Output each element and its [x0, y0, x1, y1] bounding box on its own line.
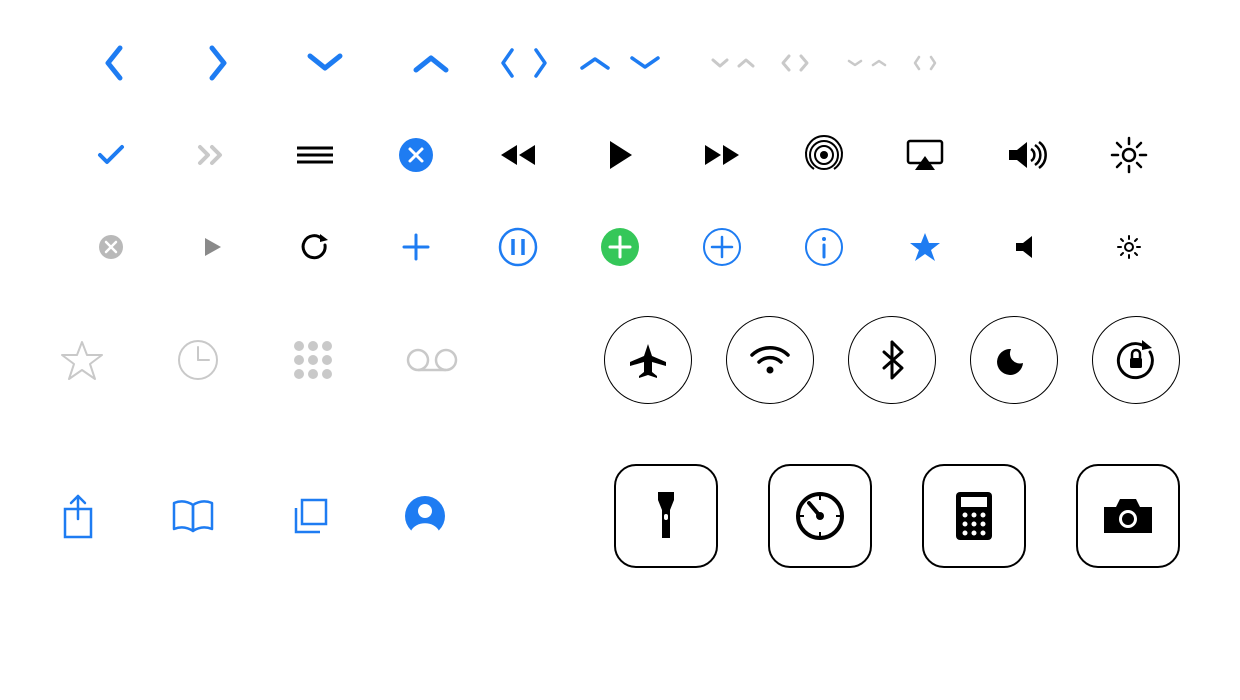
profile-icon[interactable]	[404, 495, 446, 537]
star-filled-icon[interactable]	[875, 224, 977, 270]
close-gray-icon[interactable]	[60, 224, 162, 270]
chevron-up-icon[interactable]	[736, 57, 756, 69]
chevron-left-icon[interactable]	[780, 53, 792, 73]
voicemail-icon[interactable]	[406, 347, 458, 373]
play-small-icon[interactable]	[162, 224, 264, 270]
chevron-left-icon[interactable]	[912, 54, 922, 72]
chevron-right-icon[interactable]	[798, 53, 810, 73]
airdrop-icon[interactable]	[773, 132, 875, 178]
keypad-icon[interactable]	[292, 339, 334, 381]
chevron-up-icon[interactable]	[578, 54, 612, 72]
copy-icon[interactable]	[290, 496, 330, 536]
share-icon[interactable]	[60, 493, 96, 539]
chevron-mini-group	[846, 54, 938, 72]
fast-forward-icon[interactable]	[671, 132, 773, 178]
chevron-right-icon[interactable]	[532, 46, 550, 80]
chevron-left-icon[interactable]	[60, 40, 166, 86]
chevron-mini-group	[710, 53, 810, 73]
chevron-down-icon[interactable]	[628, 54, 662, 72]
close-badge-icon[interactable]	[365, 132, 467, 178]
plus-icon[interactable]	[365, 224, 467, 270]
checkmark-icon	[60, 132, 162, 178]
add-green-icon[interactable]	[569, 224, 671, 270]
hamburger-menu-icon[interactable]	[264, 132, 366, 178]
volume-high-icon[interactable]	[976, 132, 1078, 178]
rewind-icon[interactable]	[467, 132, 569, 178]
brightness-low-icon[interactable]	[1078, 224, 1180, 270]
airplane-mode-icon[interactable]	[604, 316, 692, 404]
info-icon[interactable]	[773, 224, 875, 270]
brightness-high-icon[interactable]	[1078, 132, 1180, 178]
orientation-lock-icon[interactable]	[1092, 316, 1180, 404]
book-icon[interactable]	[170, 497, 216, 535]
chevron-down-icon[interactable]	[710, 57, 730, 69]
chevron-right-icon[interactable]	[928, 54, 938, 72]
add-circle-icon[interactable]	[671, 224, 773, 270]
chevron-right-icon[interactable]	[166, 40, 272, 86]
wifi-icon[interactable]	[726, 316, 814, 404]
pause-circle-icon[interactable]	[467, 224, 569, 270]
volume-mute-icon[interactable]	[976, 224, 1078, 270]
play-icon[interactable]	[569, 132, 671, 178]
clock-icon[interactable]	[176, 338, 220, 382]
timer-icon[interactable]	[768, 464, 872, 568]
chevron-left-icon[interactable]	[498, 46, 516, 80]
do-not-disturb-icon[interactable]	[970, 316, 1058, 404]
chevron-up-icon[interactable]	[870, 58, 888, 68]
chevron-up-icon[interactable]	[378, 40, 484, 86]
bluetooth-icon[interactable]	[848, 316, 936, 404]
flashlight-icon[interactable]	[614, 464, 718, 568]
chevron-down-icon[interactable]	[846, 58, 864, 68]
camera-icon[interactable]	[1076, 464, 1180, 568]
double-chevron-right-icon[interactable]	[162, 132, 264, 178]
refresh-icon[interactable]	[264, 224, 366, 270]
star-outline-icon[interactable]	[60, 339, 104, 381]
airplay-icon[interactable]	[875, 132, 977, 178]
calculator-icon[interactable]	[922, 464, 1026, 568]
chevron-down-icon[interactable]	[272, 40, 378, 86]
